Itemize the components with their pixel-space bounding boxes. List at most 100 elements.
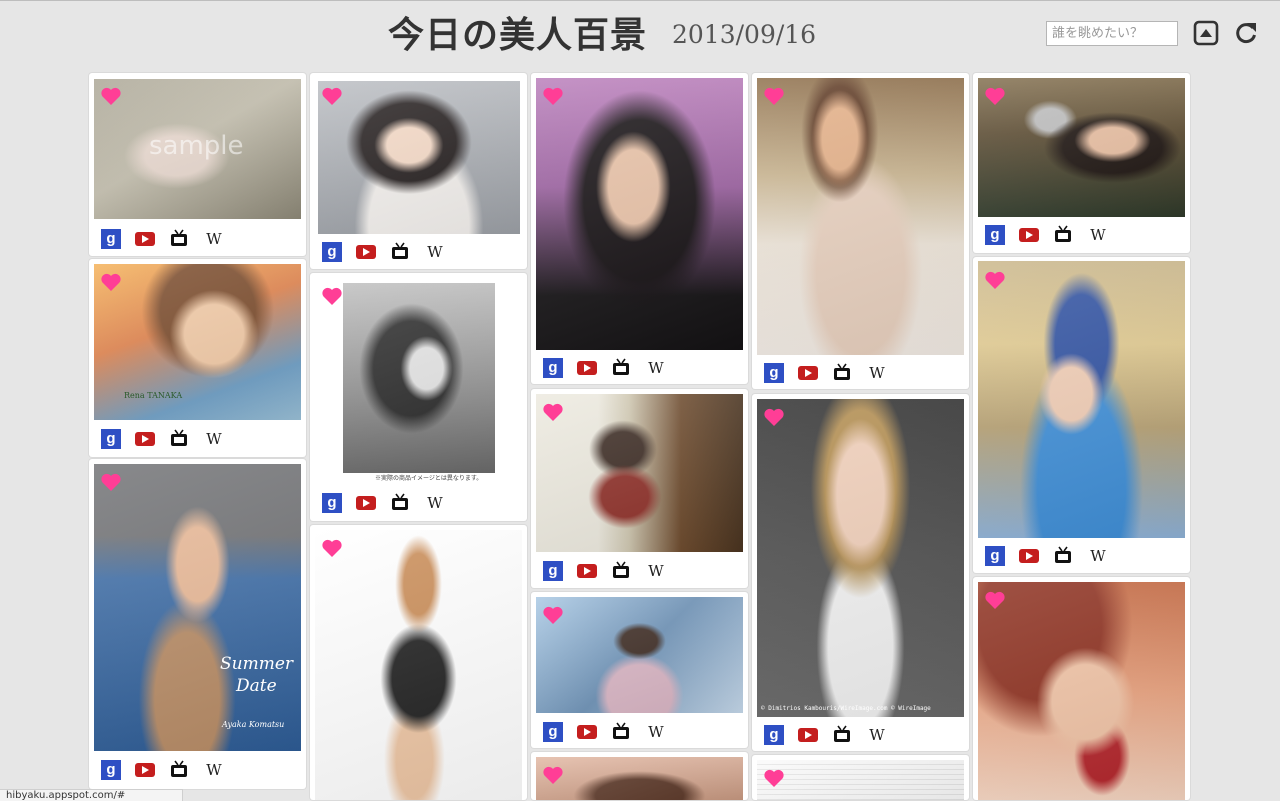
- summer-caption: Summer: [220, 654, 294, 674]
- search-input[interactable]: [1046, 21, 1178, 46]
- portrait-photo[interactable]: [978, 78, 1185, 217]
- heart-icon[interactable]: [763, 86, 785, 106]
- heart-icon[interactable]: [321, 538, 343, 558]
- page-header: 今日の美人百景 2013/09/16: [0, 0, 1280, 66]
- google-icon[interactable]: g: [764, 725, 784, 745]
- portrait-photo[interactable]: © Dimitrios Kambouris/WireImage.com © Wi…: [757, 399, 964, 717]
- scroll-top-icon[interactable]: [1193, 20, 1219, 46]
- photo-card: [310, 525, 527, 800]
- portrait-photo[interactable]: [315, 530, 522, 800]
- youtube-icon[interactable]: [135, 763, 155, 777]
- youtube-icon[interactable]: [577, 725, 597, 739]
- youtube-icon[interactable]: [135, 432, 155, 446]
- tv-icon[interactable]: [391, 242, 409, 260]
- photo-caption: Rena TANAKA: [124, 391, 183, 400]
- date-caption: Date: [236, 676, 277, 696]
- wikipedia-icon[interactable]: W: [204, 229, 224, 249]
- tv-icon[interactable]: [833, 363, 851, 381]
- sample-watermark: sample: [149, 131, 244, 161]
- portrait-photo[interactable]: [536, 78, 743, 350]
- reload-icon[interactable]: [1233, 20, 1259, 46]
- portrait-photo[interactable]: [536, 394, 743, 552]
- portrait-photo[interactable]: [343, 283, 495, 473]
- link-icons: g W: [101, 760, 231, 780]
- portrait-photo[interactable]: [536, 757, 743, 800]
- tv-icon[interactable]: [170, 429, 188, 447]
- heart-icon[interactable]: [542, 402, 564, 422]
- tv-icon[interactable]: [391, 493, 409, 511]
- wikipedia-icon[interactable]: W: [867, 725, 887, 745]
- youtube-icon[interactable]: [356, 245, 376, 259]
- google-icon[interactable]: g: [764, 363, 784, 383]
- youtube-icon[interactable]: [356, 496, 376, 510]
- tv-icon[interactable]: [833, 725, 851, 743]
- wikipedia-icon[interactable]: W: [867, 363, 887, 383]
- photo-card: g W: [752, 73, 969, 389]
- heart-icon[interactable]: [321, 86, 343, 106]
- wikipedia-icon[interactable]: W: [646, 561, 666, 581]
- portrait-photo[interactable]: Summer Date Ayaka Komatsu: [94, 464, 301, 751]
- heart-icon[interactable]: [763, 768, 785, 788]
- google-icon[interactable]: g: [101, 429, 121, 449]
- photo-card: © Dimitrios Kambouris/WireImage.com © Wi…: [752, 394, 969, 751]
- wikipedia-icon[interactable]: W: [646, 358, 666, 378]
- photo-credit: © Dimitrios Kambouris/WireImage.com © Wi…: [761, 705, 931, 712]
- heart-icon[interactable]: [542, 765, 564, 785]
- google-icon[interactable]: g: [101, 760, 121, 780]
- portrait-photo[interactable]: [978, 261, 1185, 538]
- heart-icon[interactable]: [542, 605, 564, 625]
- portrait-photo[interactable]: [757, 760, 964, 800]
- tv-icon[interactable]: [1054, 546, 1072, 564]
- portrait-photo[interactable]: Rena TANAKA: [94, 264, 301, 420]
- google-icon[interactable]: g: [543, 358, 563, 378]
- portrait-photo[interactable]: [318, 81, 520, 234]
- portrait-photo[interactable]: [757, 78, 964, 355]
- tv-icon[interactable]: [170, 760, 188, 778]
- heart-icon[interactable]: [984, 590, 1006, 610]
- heart-icon[interactable]: [984, 270, 1006, 290]
- wikipedia-icon[interactable]: W: [204, 760, 224, 780]
- wikipedia-icon[interactable]: W: [646, 722, 666, 742]
- google-icon[interactable]: g: [101, 229, 121, 249]
- google-icon[interactable]: g: [985, 225, 1005, 245]
- tv-icon[interactable]: [612, 722, 630, 740]
- tv-icon[interactable]: [612, 561, 630, 579]
- wikipedia-icon[interactable]: W: [204, 429, 224, 449]
- google-icon[interactable]: g: [322, 493, 342, 513]
- portrait-photo[interactable]: sample: [94, 79, 301, 219]
- youtube-icon[interactable]: [577, 564, 597, 578]
- youtube-icon[interactable]: [577, 361, 597, 375]
- google-icon[interactable]: g: [322, 242, 342, 262]
- wikipedia-icon[interactable]: W: [1088, 546, 1108, 566]
- portrait-photo[interactable]: [536, 597, 743, 713]
- tv-icon[interactable]: [612, 358, 630, 376]
- youtube-icon[interactable]: [798, 366, 818, 380]
- google-icon[interactable]: g: [543, 722, 563, 742]
- wikipedia-icon[interactable]: W: [425, 493, 445, 513]
- product-note: ※実際の商品イメージとは異なります。: [375, 475, 483, 482]
- wikipedia-icon[interactable]: W: [425, 242, 445, 262]
- photo-caption: Ayaka Komatsu: [222, 720, 285, 729]
- youtube-icon[interactable]: [135, 232, 155, 246]
- tv-icon[interactable]: [170, 229, 188, 247]
- photo-card: sample g W: [89, 73, 306, 256]
- heart-icon[interactable]: [100, 272, 122, 292]
- youtube-icon[interactable]: [1019, 549, 1039, 563]
- photo-card: ※実際の商品イメージとは異なります。 g W: [310, 273, 527, 521]
- youtube-icon[interactable]: [798, 728, 818, 742]
- tv-icon[interactable]: [1054, 225, 1072, 243]
- google-icon[interactable]: g: [985, 546, 1005, 566]
- photo-card: Rena TANAKA g W: [89, 259, 306, 457]
- google-icon[interactable]: g: [543, 561, 563, 581]
- heart-icon[interactable]: [984, 86, 1006, 106]
- heart-icon[interactable]: [100, 86, 122, 106]
- link-icons: g W: [543, 722, 673, 742]
- heart-icon[interactable]: [100, 472, 122, 492]
- heart-icon[interactable]: [321, 286, 343, 306]
- link-icons: g W: [543, 358, 673, 378]
- wikipedia-icon[interactable]: W: [1088, 225, 1108, 245]
- portrait-photo[interactable]: [978, 582, 1185, 800]
- heart-icon[interactable]: [763, 407, 785, 427]
- youtube-icon[interactable]: [1019, 228, 1039, 242]
- heart-icon[interactable]: [542, 86, 564, 106]
